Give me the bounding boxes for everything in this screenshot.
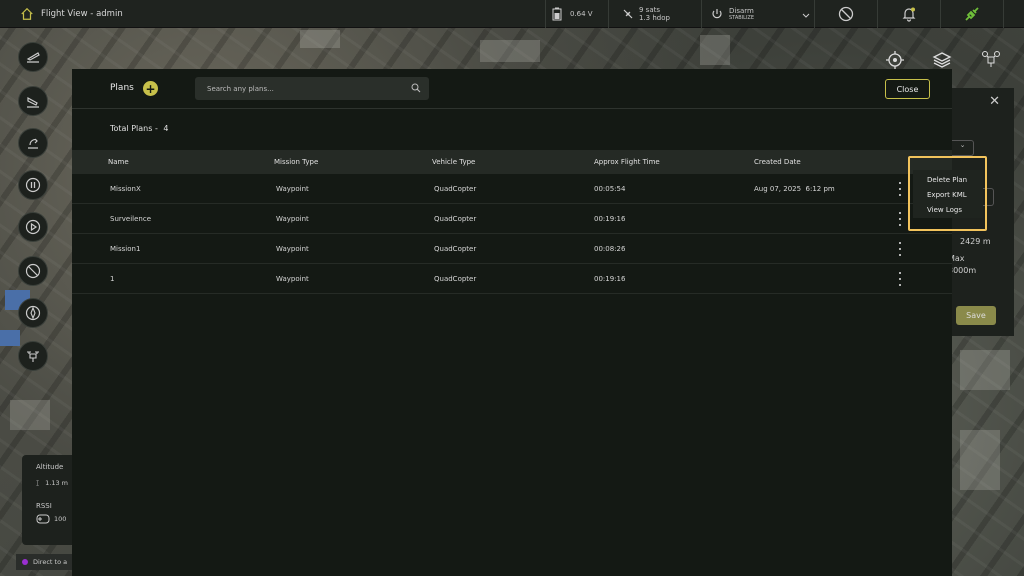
column-header-name[interactable]: Name — [108, 158, 129, 166]
plan-flight-time: 00:08:26 — [594, 245, 626, 253]
total-plans-label: Total Plans - — [110, 124, 158, 133]
battery-icon — [552, 7, 562, 21]
satellite-icon — [623, 9, 633, 19]
compass-button[interactable] — [18, 298, 48, 328]
plug-connected-icon — [964, 7, 979, 21]
takeoff-button[interactable] — [18, 42, 48, 72]
altitude-label: Altitude — [36, 463, 64, 471]
plans-modal: Plans + Close Total Plans - 4 Name Missi… — [72, 69, 952, 576]
play-icon — [25, 219, 41, 235]
arm-mode-selector[interactable]: Disarm STABILIZE — [701, 0, 813, 28]
land-button[interactable] — [18, 86, 48, 116]
crosshair-icon — [886, 51, 904, 69]
gps-hdop: 1.3 hdop — [639, 14, 670, 22]
altitude-value: 1.13 m — [45, 479, 68, 487]
total-plans: Total Plans - 4 — [110, 124, 168, 133]
plan-created-date: Aug 07, 2025 6:12 pm — [754, 185, 835, 193]
plans-header: Plans + Close — [72, 69, 952, 109]
pause-icon — [25, 177, 41, 193]
plan-flight-time: 00:19:16 — [594, 275, 626, 283]
status-dot — [22, 559, 28, 565]
layers-icon — [932, 52, 952, 68]
column-header-flight-time[interactable]: Approx Flight Time — [594, 158, 660, 166]
row-menu-button[interactable] — [897, 212, 903, 226]
column-header-mission-type[interactable]: Mission Type — [274, 158, 318, 166]
return-icon — [28, 138, 38, 149]
plan-vehicle-type: QuadCopter — [434, 185, 477, 193]
gps-indicator[interactable]: 9 sats 1.3 hdop — [608, 0, 700, 28]
add-plan-button[interactable]: + — [143, 81, 158, 96]
max-value: 3000m — [948, 266, 977, 275]
plans-table-header: Name Mission Type Vehicle Type Approx Fl… — [72, 150, 952, 174]
plan-mission-type: Waypoint — [276, 185, 309, 193]
plans-title: Plans — [110, 83, 134, 93]
disarm-icon — [712, 9, 722, 19]
app-title: Flight View - admin — [41, 8, 123, 19]
plan-flight-time: 00:05:54 — [594, 185, 626, 193]
return-home-button[interactable] — [18, 128, 48, 158]
takeoff-icon — [26, 52, 40, 63]
panel-dropdown[interactable]: ⌄ — [952, 140, 974, 156]
plan-vehicle-type: QuadCopter — [434, 215, 477, 223]
no-fly-toggle[interactable] — [814, 0, 876, 28]
plan-name: Surveilence — [110, 215, 151, 223]
table-row[interactable]: Surveilence Waypoint QuadCopter 00:19:16 — [72, 204, 952, 234]
geofence-toggle-button[interactable] — [18, 256, 48, 286]
topbar-end — [1003, 0, 1024, 28]
search-icon[interactable] — [411, 83, 421, 93]
notifications-button[interactable] — [877, 0, 939, 28]
column-header-vehicle-type[interactable]: Vehicle Type — [432, 158, 475, 166]
chevron-down-icon — [802, 13, 810, 18]
table-row[interactable]: 1 Waypoint QuadCopter 00:19:16 — [72, 264, 952, 294]
status-line: Direct to a — [16, 554, 76, 570]
column-header-created-date[interactable]: Created Date — [754, 158, 801, 166]
total-plans-count: 4 — [163, 124, 169, 133]
row-menu-button[interactable] — [897, 242, 903, 256]
plan-vehicle-type: QuadCopter — [434, 275, 477, 283]
connection-button[interactable] — [940, 0, 1002, 28]
flight-mode: STABILIZE — [729, 15, 755, 21]
row-menu-button[interactable] — [897, 272, 903, 286]
home-icon[interactable] — [20, 7, 34, 21]
rssi-label: RSSI — [36, 502, 52, 510]
plan-name: MissionX — [110, 185, 141, 193]
close-button[interactable]: Close — [885, 79, 930, 99]
compass-off-icon — [838, 6, 853, 22]
battery-voltage: 0.64 V — [570, 10, 593, 18]
drone-icon — [982, 51, 1000, 67]
no-entry-icon — [25, 263, 41, 279]
drone-settings-button[interactable] — [979, 48, 1003, 72]
drone-select-button[interactable] — [18, 341, 48, 371]
compass-icon — [25, 305, 41, 321]
altitude-icon — [36, 480, 39, 486]
rssi-value: 100 — [54, 515, 67, 523]
drone-small-icon — [27, 351, 39, 362]
bell-icon — [902, 7, 915, 22]
plans-search — [195, 77, 429, 100]
gamepad-icon — [36, 514, 50, 524]
plan-vehicle-type: QuadCopter — [434, 245, 477, 253]
table-row[interactable]: MissionX Waypoint QuadCopter 00:05:54 Au… — [72, 174, 952, 204]
search-input[interactable] — [207, 84, 397, 93]
plan-mission-type: Waypoint — [276, 245, 309, 253]
row-menu-button[interactable] — [897, 182, 903, 196]
land-icon — [27, 96, 39, 108]
plan-name: 1 — [110, 275, 115, 283]
plan-flight-time: 00:19:16 — [594, 215, 626, 223]
distance-value: 2429 m — [960, 237, 991, 246]
save-button[interactable]: Save — [956, 306, 996, 325]
plan-mission-type: Waypoint — [276, 275, 309, 283]
status-text: Direct to a — [33, 558, 68, 566]
table-row[interactable]: Mission1 Waypoint QuadCopter 00:08:26 — [72, 234, 952, 264]
plan-mission-type: Waypoint — [276, 215, 309, 223]
close-icon[interactable]: ✕ — [989, 94, 1000, 109]
gps-sats: 9 sats — [639, 6, 661, 14]
play-button[interactable] — [18, 212, 48, 242]
battery-indicator[interactable]: 0.64 V — [545, 0, 607, 28]
plan-name: Mission1 — [110, 245, 141, 253]
pause-button[interactable] — [18, 170, 48, 200]
arm-state: Disarm — [729, 7, 754, 15]
highlight-box — [908, 156, 987, 231]
